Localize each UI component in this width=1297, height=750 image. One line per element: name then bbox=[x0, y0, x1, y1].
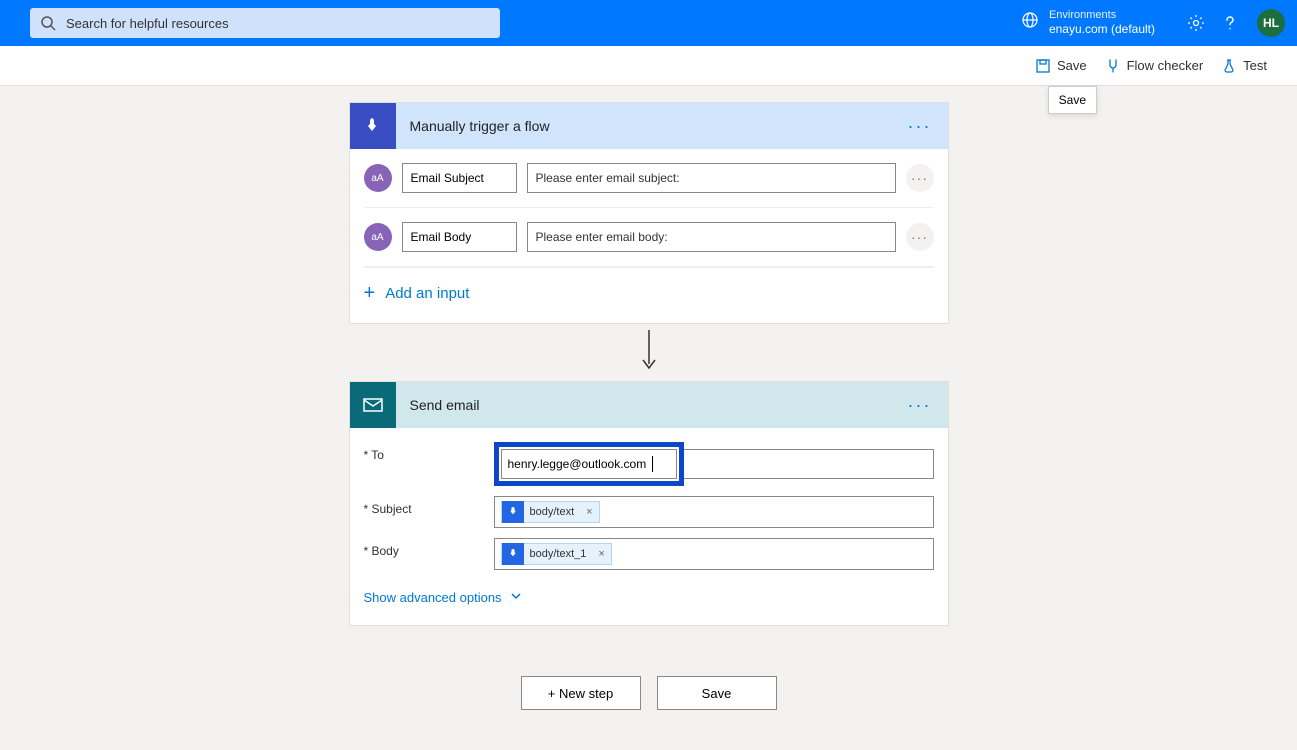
input-name[interactable]: Email Body bbox=[402, 222, 517, 252]
body-field-row: * Body body/text_1 × bbox=[364, 538, 934, 570]
help-icon[interactable] bbox=[1221, 14, 1239, 32]
input-more-icon[interactable]: ··· bbox=[906, 164, 934, 192]
token-remove-icon[interactable]: × bbox=[580, 506, 598, 518]
token-text: body/text bbox=[524, 506, 581, 518]
input-row: aA Email Subject Please enter email subj… bbox=[364, 149, 934, 208]
search-input[interactable] bbox=[30, 8, 500, 38]
mail-icon bbox=[350, 382, 396, 428]
token-trigger-icon bbox=[502, 543, 524, 565]
action-title: Send email bbox=[396, 397, 908, 413]
environment-label: Environments bbox=[1049, 9, 1155, 22]
advanced-label: Show advanced options bbox=[364, 590, 502, 605]
top-navbar: Environments enayu.com (default) HL bbox=[0, 0, 1297, 46]
to-highlight: henry.legge@outlook.com bbox=[494, 442, 684, 486]
globe-icon bbox=[1021, 11, 1039, 34]
subject-field-row: * Subject body/text × bbox=[364, 496, 934, 528]
input-row: aA Email Body Please enter email body: ·… bbox=[364, 208, 934, 267]
show-advanced-link[interactable]: Show advanced options bbox=[364, 580, 934, 611]
token-text: body/text_1 bbox=[524, 548, 593, 560]
footer-buttons: + New step Save bbox=[521, 676, 777, 710]
test-button[interactable]: Test bbox=[1221, 58, 1267, 74]
chevron-down-icon bbox=[510, 590, 522, 605]
flow-canvas: Manually trigger a flow ··· aA Email Sub… bbox=[0, 86, 1297, 750]
token-remove-icon[interactable]: × bbox=[592, 548, 610, 560]
search-wrapper bbox=[30, 8, 500, 38]
action-toolbar: Save Flow checker Test Save bbox=[0, 46, 1297, 86]
action-more-icon[interactable]: ··· bbox=[908, 395, 932, 416]
text-type-icon: aA bbox=[364, 223, 392, 251]
dynamic-token[interactable]: body/text × bbox=[501, 501, 600, 523]
input-description[interactable]: Please enter email subject: bbox=[527, 163, 896, 193]
settings-icon[interactable] bbox=[1187, 14, 1205, 32]
body-input[interactable]: body/text_1 × bbox=[494, 538, 934, 570]
trigger-more-icon[interactable]: ··· bbox=[908, 116, 932, 137]
save-label: Save bbox=[1057, 58, 1087, 73]
search-icon bbox=[40, 15, 56, 36]
input-description[interactable]: Please enter email body: bbox=[527, 222, 896, 252]
test-label: Test bbox=[1243, 58, 1267, 73]
add-input-label: Add an input bbox=[385, 285, 469, 302]
flow-checker-button[interactable]: Flow checker bbox=[1105, 58, 1204, 74]
trigger-title: Manually trigger a flow bbox=[396, 118, 908, 134]
new-step-button[interactable]: + New step bbox=[521, 676, 641, 710]
flow-checker-label: Flow checker bbox=[1127, 58, 1204, 73]
save-tooltip: Save bbox=[1048, 86, 1097, 114]
dynamic-token[interactable]: body/text_1 × bbox=[501, 543, 612, 565]
connector-arrow-icon bbox=[639, 330, 659, 375]
input-name[interactable]: Email Subject bbox=[402, 163, 517, 193]
environment-name: enayu.com (default) bbox=[1049, 22, 1155, 36]
avatar[interactable]: HL bbox=[1257, 9, 1285, 37]
to-input[interactable]: henry.legge@outlook.com bbox=[501, 449, 677, 479]
trigger-header[interactable]: Manually trigger a flow ··· bbox=[350, 103, 948, 149]
action-header[interactable]: Send email ··· bbox=[350, 382, 948, 428]
trigger-card: Manually trigger a flow ··· aA Email Sub… bbox=[349, 102, 949, 324]
action-card: Send email ··· * To henry.legge@outlook.… bbox=[349, 381, 949, 626]
to-label: * To bbox=[364, 442, 494, 462]
token-trigger-icon bbox=[502, 501, 524, 523]
to-field-row: * To henry.legge@outlook.com bbox=[364, 442, 934, 486]
footer-save-button[interactable]: Save bbox=[657, 676, 777, 710]
subject-input[interactable]: body/text × bbox=[494, 496, 934, 528]
environment-picker[interactable]: Environments enayu.com (default) bbox=[1021, 9, 1155, 37]
to-input-remainder[interactable] bbox=[684, 449, 934, 479]
subject-label: * Subject bbox=[364, 496, 494, 516]
to-value: henry.legge@outlook.com bbox=[508, 457, 647, 471]
text-cursor-icon bbox=[652, 456, 653, 472]
trigger-icon bbox=[350, 103, 396, 149]
text-type-icon: aA bbox=[364, 164, 392, 192]
input-more-icon[interactable]: ··· bbox=[906, 223, 934, 251]
plus-icon: + bbox=[364, 282, 376, 305]
save-button[interactable]: Save bbox=[1035, 58, 1087, 74]
body-label: * Body bbox=[364, 538, 494, 558]
add-input-button[interactable]: + Add an input bbox=[364, 267, 934, 323]
